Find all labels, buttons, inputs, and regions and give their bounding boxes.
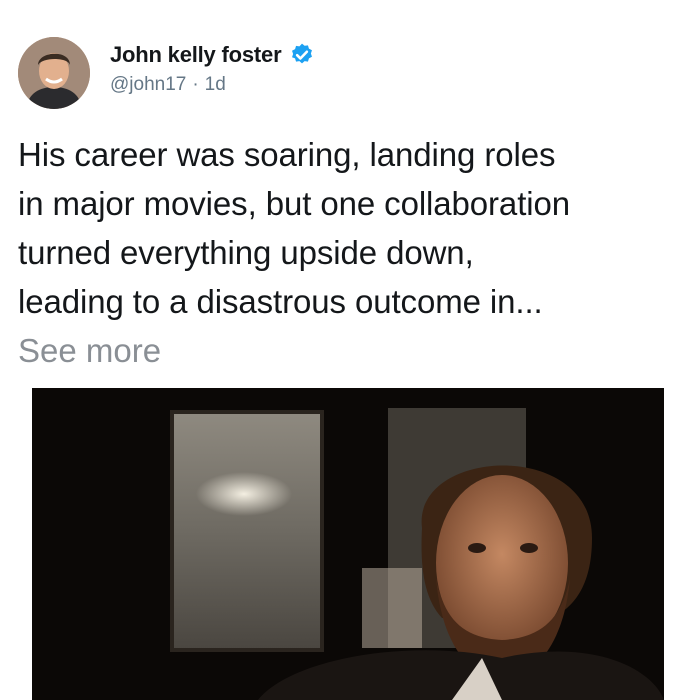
avatar-photo — [18, 37, 90, 109]
tweet-text-line: leading to a disastrous outcome in... — [18, 283, 543, 320]
tweet-card[interactable]: John kelly foster @john17 · 1d His caree… — [0, 0, 700, 700]
meta-separator: · — [192, 74, 199, 95]
verified-badge-icon — [289, 42, 315, 68]
tweet-text-line: in major movies, but one collaboration — [18, 185, 570, 222]
tweet-text-line: His career was soaring, landing roles — [18, 136, 556, 173]
author-avatar[interactable] — [18, 37, 90, 109]
tweet-text: His career was soaring, landing roles in… — [18, 130, 688, 326]
tweet-header: John kelly foster @john17 · 1d — [110, 40, 315, 96]
author-name[interactable]: John kelly foster — [110, 42, 282, 68]
tweet-timestamp[interactable]: 1d — [205, 74, 226, 96]
author-handle[interactable]: @john17 — [110, 74, 186, 96]
tweet-media-image[interactable] — [32, 388, 664, 700]
see-more-link[interactable]: See more — [18, 326, 161, 375]
media-photo — [32, 388, 664, 700]
tweet-text-line: turned everything upside down, — [18, 234, 474, 271]
tweet-meta: @john17 · 1d — [110, 74, 315, 96]
